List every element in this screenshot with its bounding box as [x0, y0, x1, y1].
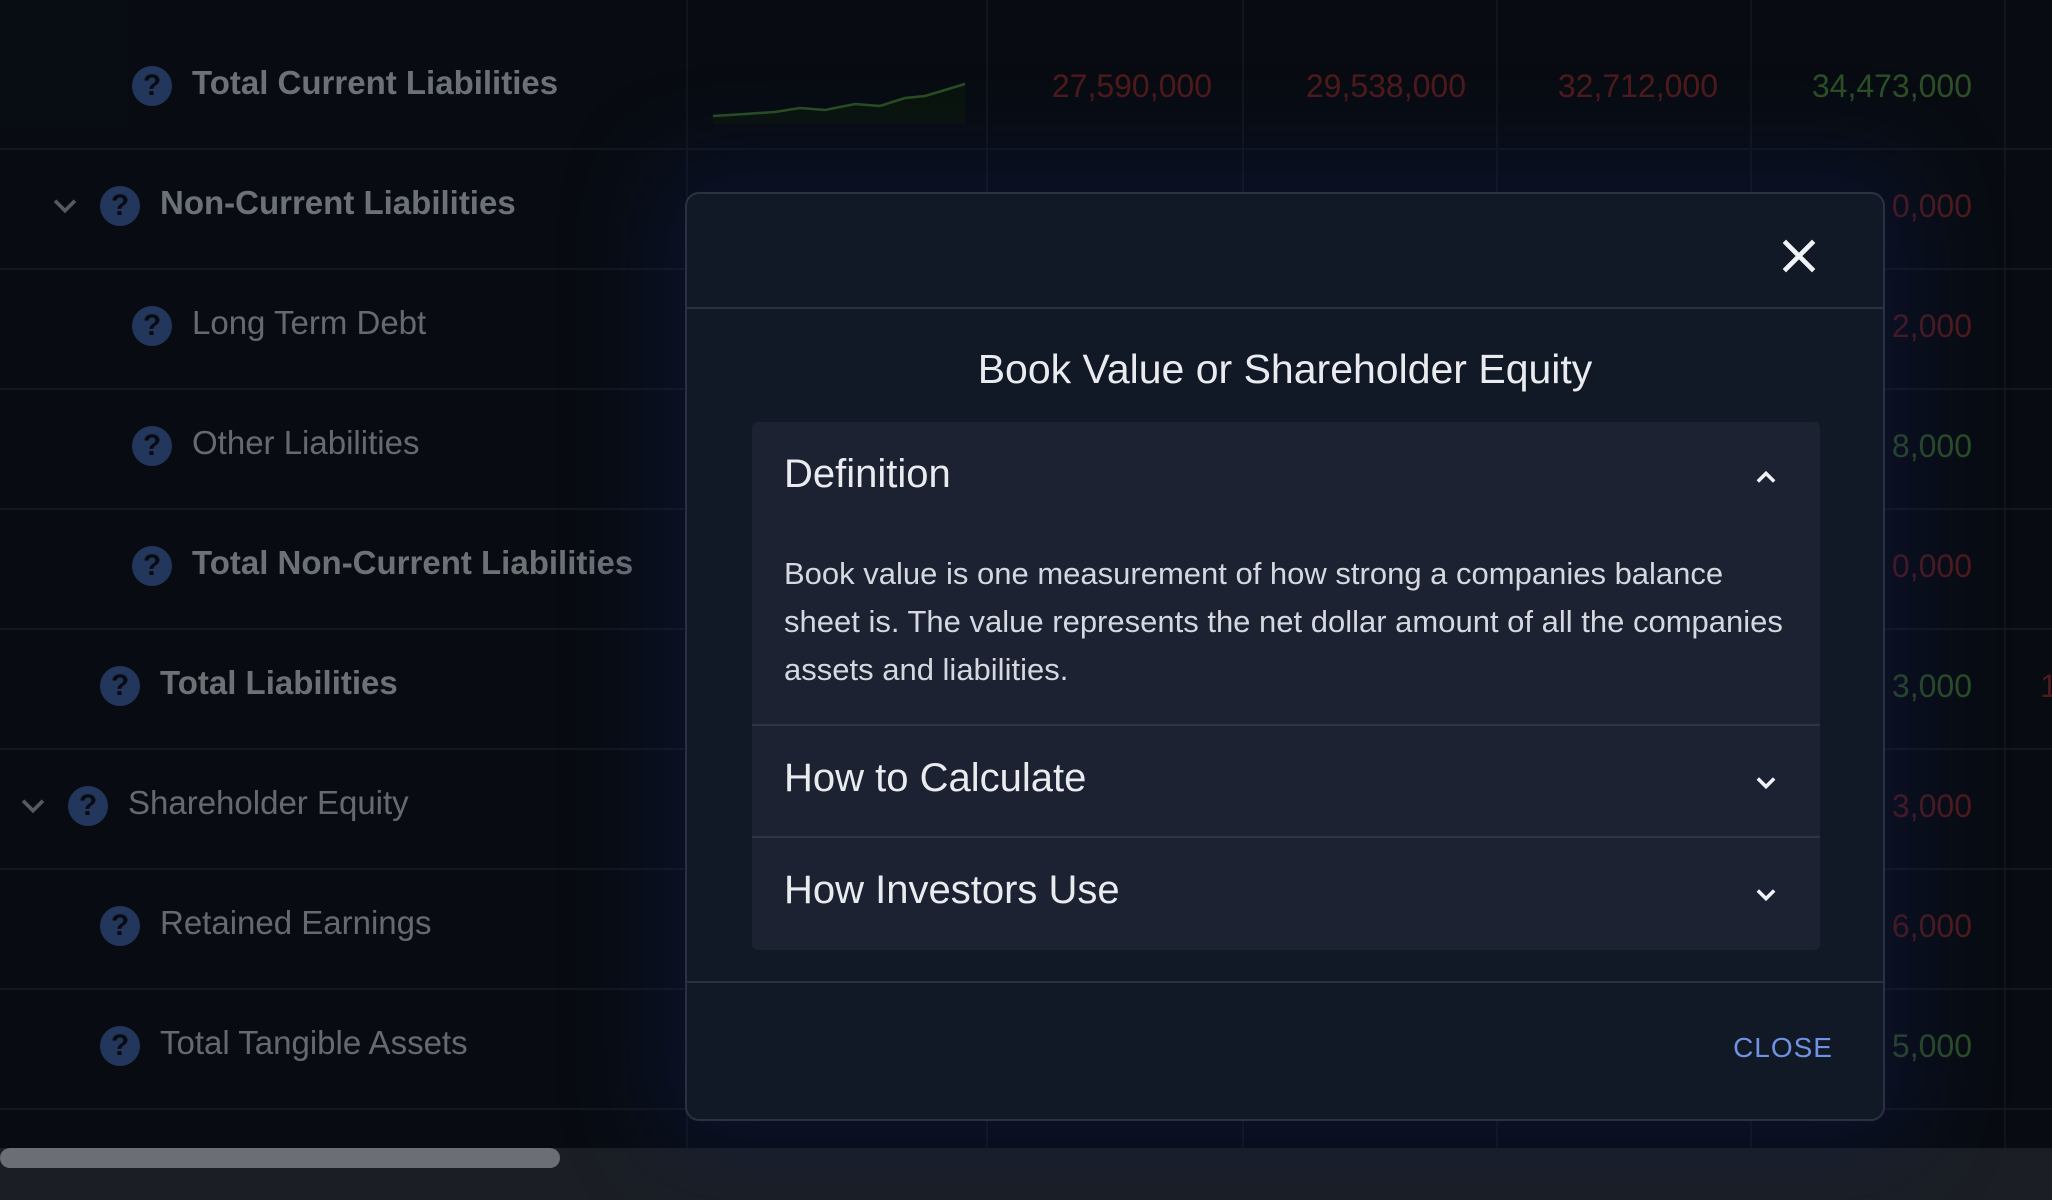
- accordion-body-definition: Book value is one measurement of how str…: [784, 556, 1783, 687]
- row-label: Total Current Liabilities: [192, 64, 559, 101]
- chevron-up-icon: [1756, 470, 1776, 483]
- help-icon[interactable]: ?: [132, 306, 172, 346]
- cell-value: 32,712,000: [1557, 68, 1718, 104]
- row-label: Other Liabilities: [192, 424, 420, 461]
- cell-value: 34,473,000: [1811, 68, 1972, 104]
- header-divider: [687, 307, 1883, 309]
- accordion-header-how-investors-use[interactable]: How Investors Use: [752, 838, 1820, 948]
- dialog-title: Book Value or Shareholder Equity: [977, 346, 1593, 392]
- definition-dialog: Book Value or Shareholder Equity Definit…: [685, 192, 1885, 1121]
- chevron-down-icon: [1756, 777, 1776, 790]
- help-icon[interactable]: ?: [100, 186, 140, 226]
- help-icon[interactable]: ?: [132, 426, 172, 466]
- row-label: Long Term Debt: [192, 304, 427, 341]
- table-row: ? Total Current Liabilities 27,590,000 2…: [0, 30, 2052, 150]
- cell-value: 1: [2040, 668, 2052, 704]
- accordion-header-how-to-calculate[interactable]: How to Calculate: [752, 726, 1820, 836]
- accordion-header-definition[interactable]: Definition: [752, 422, 1820, 532]
- close-icon[interactable]: [1777, 234, 1821, 278]
- close-button[interactable]: CLOSE: [1733, 1032, 1833, 1064]
- cell-value: 27,590,000: [1051, 68, 1212, 104]
- accordion-title: Definition: [784, 452, 951, 496]
- help-icon[interactable]: ?: [68, 786, 108, 826]
- row-label: Retained Earnings: [160, 904, 432, 941]
- chevron-down-icon[interactable]: [16, 788, 50, 822]
- cell-value: 29,538,000: [1305, 68, 1466, 104]
- row-label: Non-Current Liabilities: [160, 184, 516, 221]
- row-label: Total Liabilities: [160, 664, 398, 701]
- horizontal-scrollbar-thumb[interactable]: [0, 1148, 560, 1168]
- footer-divider: [687, 981, 1883, 983]
- help-icon[interactable]: ?: [100, 1026, 140, 1066]
- help-icon[interactable]: ?: [100, 666, 140, 706]
- row-label: Total Non-Current Liabilities: [192, 544, 634, 581]
- row-label: Total Tangible Assets: [160, 1024, 468, 1061]
- accordion: Definition Book value is one measurement…: [752, 422, 1820, 950]
- help-icon[interactable]: ?: [132, 546, 172, 586]
- accordion-title: How Investors Use: [784, 868, 1120, 912]
- sparkline-chart: [712, 82, 965, 124]
- help-icon[interactable]: ?: [132, 66, 172, 106]
- row-label: Shareholder Equity: [128, 784, 409, 821]
- help-icon[interactable]: ?: [100, 906, 140, 946]
- accordion-title: How to Calculate: [784, 756, 1087, 800]
- chevron-down-icon[interactable]: [48, 188, 82, 222]
- chevron-down-icon: [1756, 889, 1776, 902]
